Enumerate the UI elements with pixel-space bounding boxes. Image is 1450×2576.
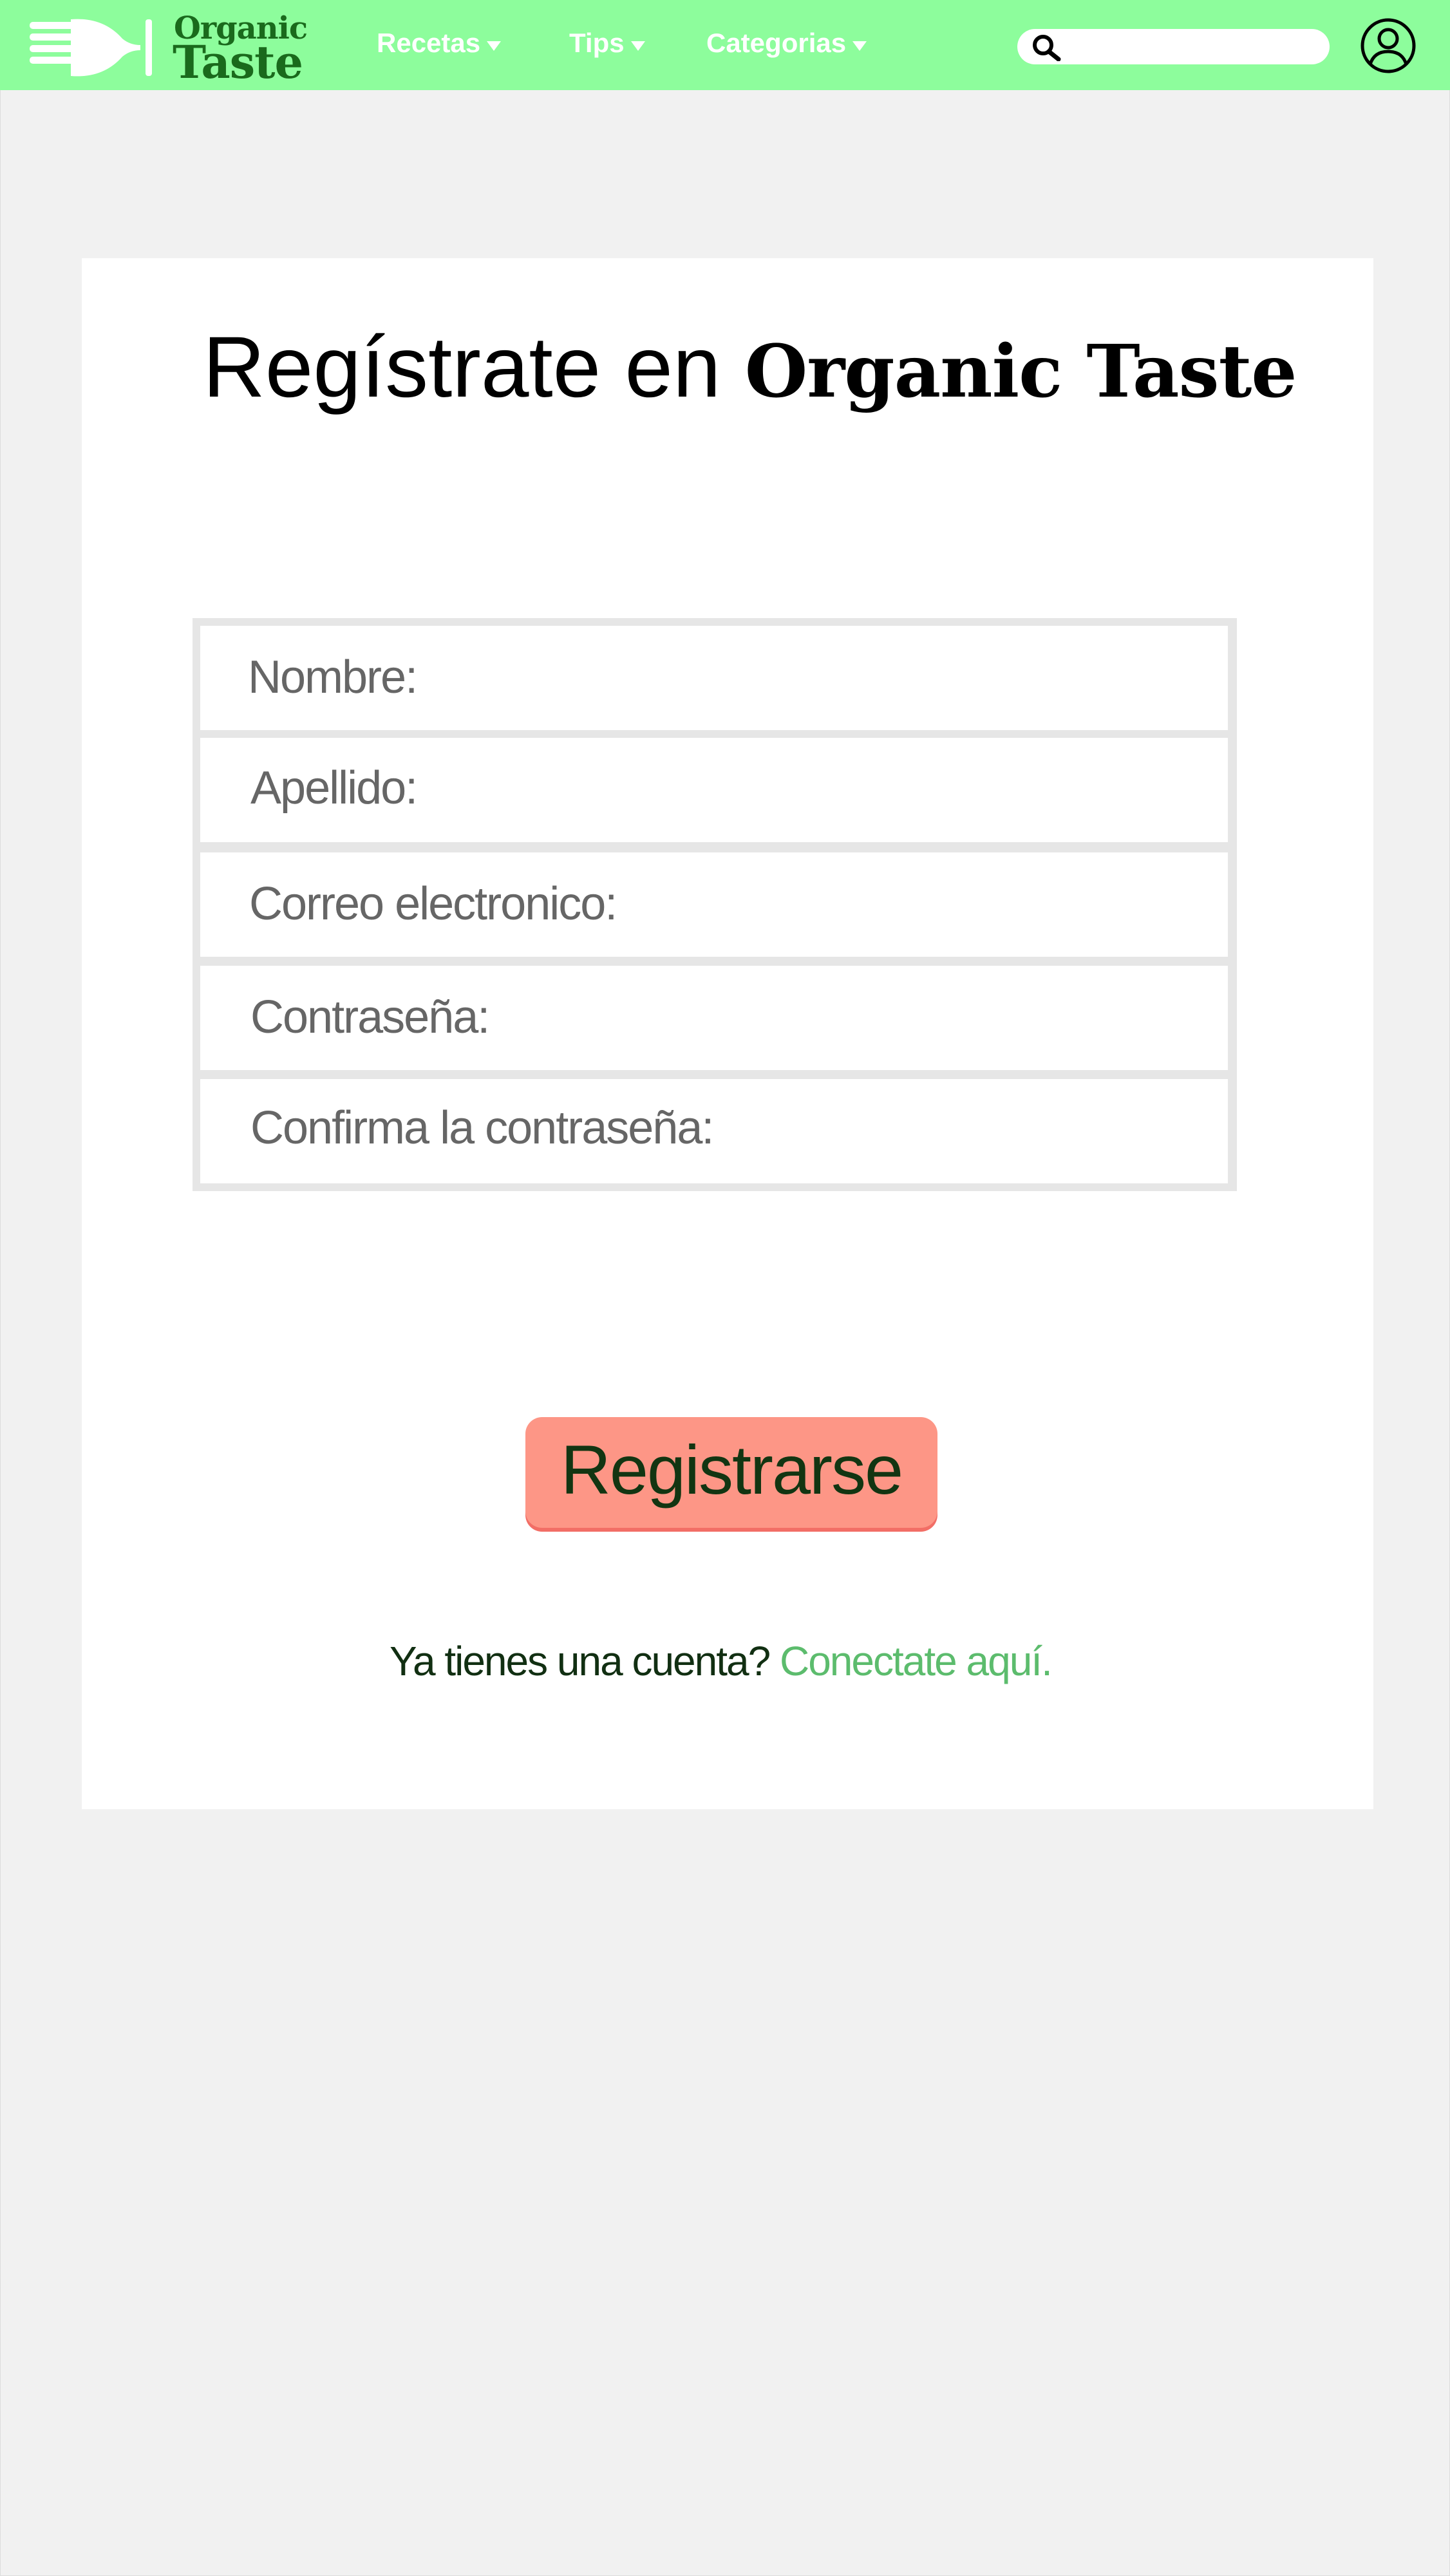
email-field[interactable]: Correo electronico: xyxy=(200,852,1228,957)
nav-tips-label: Tips xyxy=(569,28,625,58)
fork-icon xyxy=(30,19,152,77)
caret-down-icon xyxy=(487,41,502,51)
email-label: Correo electronico: xyxy=(249,878,617,930)
login-prompt-line: Ya tienes una cuenta? Conectate aquí. xyxy=(390,1638,1053,1684)
register-card: Regístrate en Organic Taste Nombre: Apel… xyxy=(82,258,1373,1809)
logo-text-taste: Taste xyxy=(173,35,303,89)
nav-categorias-label: Categorias xyxy=(706,28,847,58)
site-logo[interactable]: Organic Taste xyxy=(26,13,309,89)
apellido-label: Apellido: xyxy=(250,762,418,814)
password-label: Contraseña: xyxy=(250,992,490,1043)
register-button[interactable]: Registrarse xyxy=(525,1417,937,1528)
apellido-field[interactable]: Apellido: xyxy=(200,738,1228,842)
caret-down-icon xyxy=(630,41,645,51)
password-field[interactable]: Contraseña: xyxy=(200,966,1228,1070)
title-prefix: Regístrate en xyxy=(203,319,721,415)
confirm-password-label: Confirma la contraseña: xyxy=(250,1102,714,1154)
nav-tips-menu[interactable]: Tips xyxy=(569,30,645,57)
register-button-label: Registrarse xyxy=(560,1431,903,1509)
user-icon[interactable] xyxy=(1357,18,1419,73)
nav-categorias-menu[interactable]: Categorias xyxy=(706,30,867,57)
search-icon[interactable] xyxy=(1030,34,1066,61)
nombre-label: Nombre: xyxy=(248,652,418,703)
search-input[interactable] xyxy=(1075,32,1313,61)
search-box xyxy=(1017,29,1330,64)
title-brand: Organic Taste xyxy=(744,330,1297,414)
page-title: Regístrate en Organic Taste xyxy=(203,324,1297,411)
confirm-password-field[interactable]: Confirma la contraseña: xyxy=(200,1079,1228,1183)
top-nav-bar: Organic Taste Recetas Tips Categorias xyxy=(0,0,1450,90)
nav-recetas-label: Recetas xyxy=(377,28,481,58)
nav-recetas-menu[interactable]: Recetas xyxy=(377,28,502,58)
login-link[interactable]: Conectate aquí. xyxy=(780,1638,1053,1684)
caret-down-icon xyxy=(852,41,867,51)
nombre-field[interactable]: Nombre: xyxy=(200,626,1228,730)
register-form: Nombre: Apellido: Correo electronico: Co… xyxy=(193,618,1237,1191)
login-prompt: Ya tienes una cuenta? xyxy=(390,1638,771,1684)
